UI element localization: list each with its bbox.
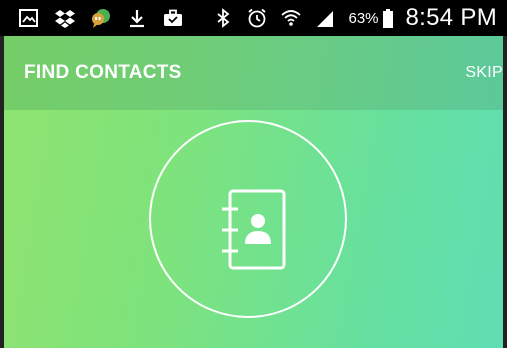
dropbox-icon bbox=[54, 7, 76, 29]
wifi-icon bbox=[280, 7, 302, 29]
skip-button[interactable]: SKIP bbox=[457, 56, 503, 90]
bluetooth-icon bbox=[212, 7, 234, 29]
briefcase-icon bbox=[162, 7, 184, 29]
battery-indicator: 63% bbox=[348, 7, 393, 29]
download-icon bbox=[126, 7, 148, 29]
contacts-book-icon bbox=[222, 189, 286, 270]
battery-percent: 63% bbox=[348, 9, 379, 27]
alarm-icon bbox=[246, 7, 268, 29]
hangouts-icon bbox=[90, 7, 112, 29]
system-icons: 63% 8:54 PM bbox=[212, 4, 497, 32]
status-clock: 8:54 PM bbox=[405, 4, 497, 31]
gallery-icon bbox=[18, 7, 40, 29]
page-title: FIND CONTACTS bbox=[24, 62, 182, 83]
notification-icons bbox=[18, 7, 184, 29]
status-bar: 63% 8:54 PM bbox=[0, 0, 507, 36]
phone-screen: 63% 8:54 PM FIND CONTACTS SKIP bbox=[0, 0, 507, 348]
battery-icon bbox=[382, 7, 394, 29]
app-bar: FIND CONTACTS SKIP bbox=[4, 36, 503, 110]
signal-icon bbox=[314, 7, 336, 29]
